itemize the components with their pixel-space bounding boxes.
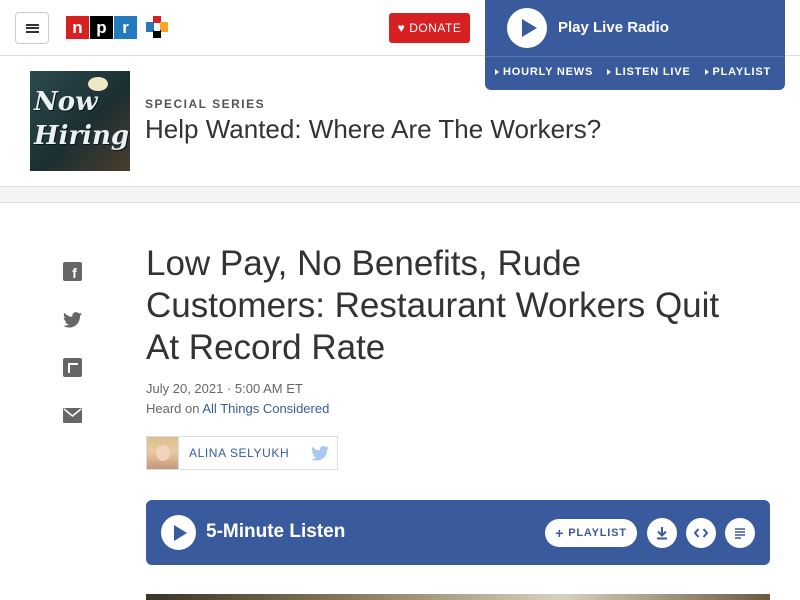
heard-on: Heard on All Things Considered xyxy=(146,401,329,416)
transcript-button[interactable] xyxy=(725,518,755,548)
menu-button[interactable] xyxy=(15,12,49,44)
hamburger-icon xyxy=(25,23,39,33)
author-name[interactable]: ALINA SELYUKH xyxy=(189,446,289,460)
live-radio-title[interactable]: Play Live Radio xyxy=(558,19,669,36)
section-divider xyxy=(0,187,800,203)
avatar xyxy=(147,437,179,469)
npr-cube-icon[interactable] xyxy=(146,16,168,38)
play-button[interactable] xyxy=(161,515,196,550)
audio-player: 5-Minute Listen + PLAYLIST xyxy=(146,500,770,565)
logo-letter-r: r xyxy=(114,16,137,39)
add-to-playlist-button[interactable]: + PLAYLIST xyxy=(545,519,637,547)
playlist-label: PLAYLIST xyxy=(568,527,627,539)
play-icon[interactable] xyxy=(507,8,547,48)
facebook-icon[interactable]: f xyxy=(63,262,82,281)
download-button[interactable] xyxy=(647,518,677,548)
npr-logo[interactable]: n p r xyxy=(66,16,137,39)
series-image-text: Now Hiring xyxy=(34,87,130,151)
article-headline: Low Pay, No Benefits, Rude Customers: Re… xyxy=(146,244,720,367)
donate-button[interactable]: ♥ DONATE xyxy=(389,13,470,43)
transcript-icon xyxy=(735,528,745,539)
author-byline[interactable]: ALINA SELYUKH xyxy=(146,436,338,470)
twitter-icon[interactable] xyxy=(311,446,329,461)
embed-button[interactable] xyxy=(686,518,716,548)
heart-icon: ♥ xyxy=(397,21,406,35)
article-dateline: July 20, 2021 · 5:00 AM ET xyxy=(146,381,303,396)
logo-letter-p: p xyxy=(90,16,113,39)
article-image xyxy=(146,594,770,600)
donate-label: DONATE xyxy=(409,21,462,35)
twitter-icon[interactable] xyxy=(63,310,82,329)
heard-on-prefix: Heard on xyxy=(146,401,203,416)
series-title[interactable]: Help Wanted: Where Are The Workers? xyxy=(145,114,601,145)
live-radio-player[interactable]: Play Live Radio xyxy=(485,0,785,57)
logo-letter-n: n xyxy=(66,16,89,39)
flipboard-icon[interactable] xyxy=(63,358,82,377)
email-icon[interactable] xyxy=(63,406,82,425)
plus-icon: + xyxy=(555,525,565,541)
series-kicker[interactable]: SPECIAL SERIES xyxy=(145,97,265,111)
show-link[interactable]: All Things Considered xyxy=(202,401,329,416)
download-icon xyxy=(657,527,667,540)
series-image[interactable]: Now Hiring xyxy=(30,71,130,171)
series-banner: Now Hiring SPECIAL SERIES Help Wanted: Wh… xyxy=(0,56,800,187)
audio-title: 5-Minute Listen xyxy=(206,521,346,542)
embed-icon xyxy=(694,528,708,538)
